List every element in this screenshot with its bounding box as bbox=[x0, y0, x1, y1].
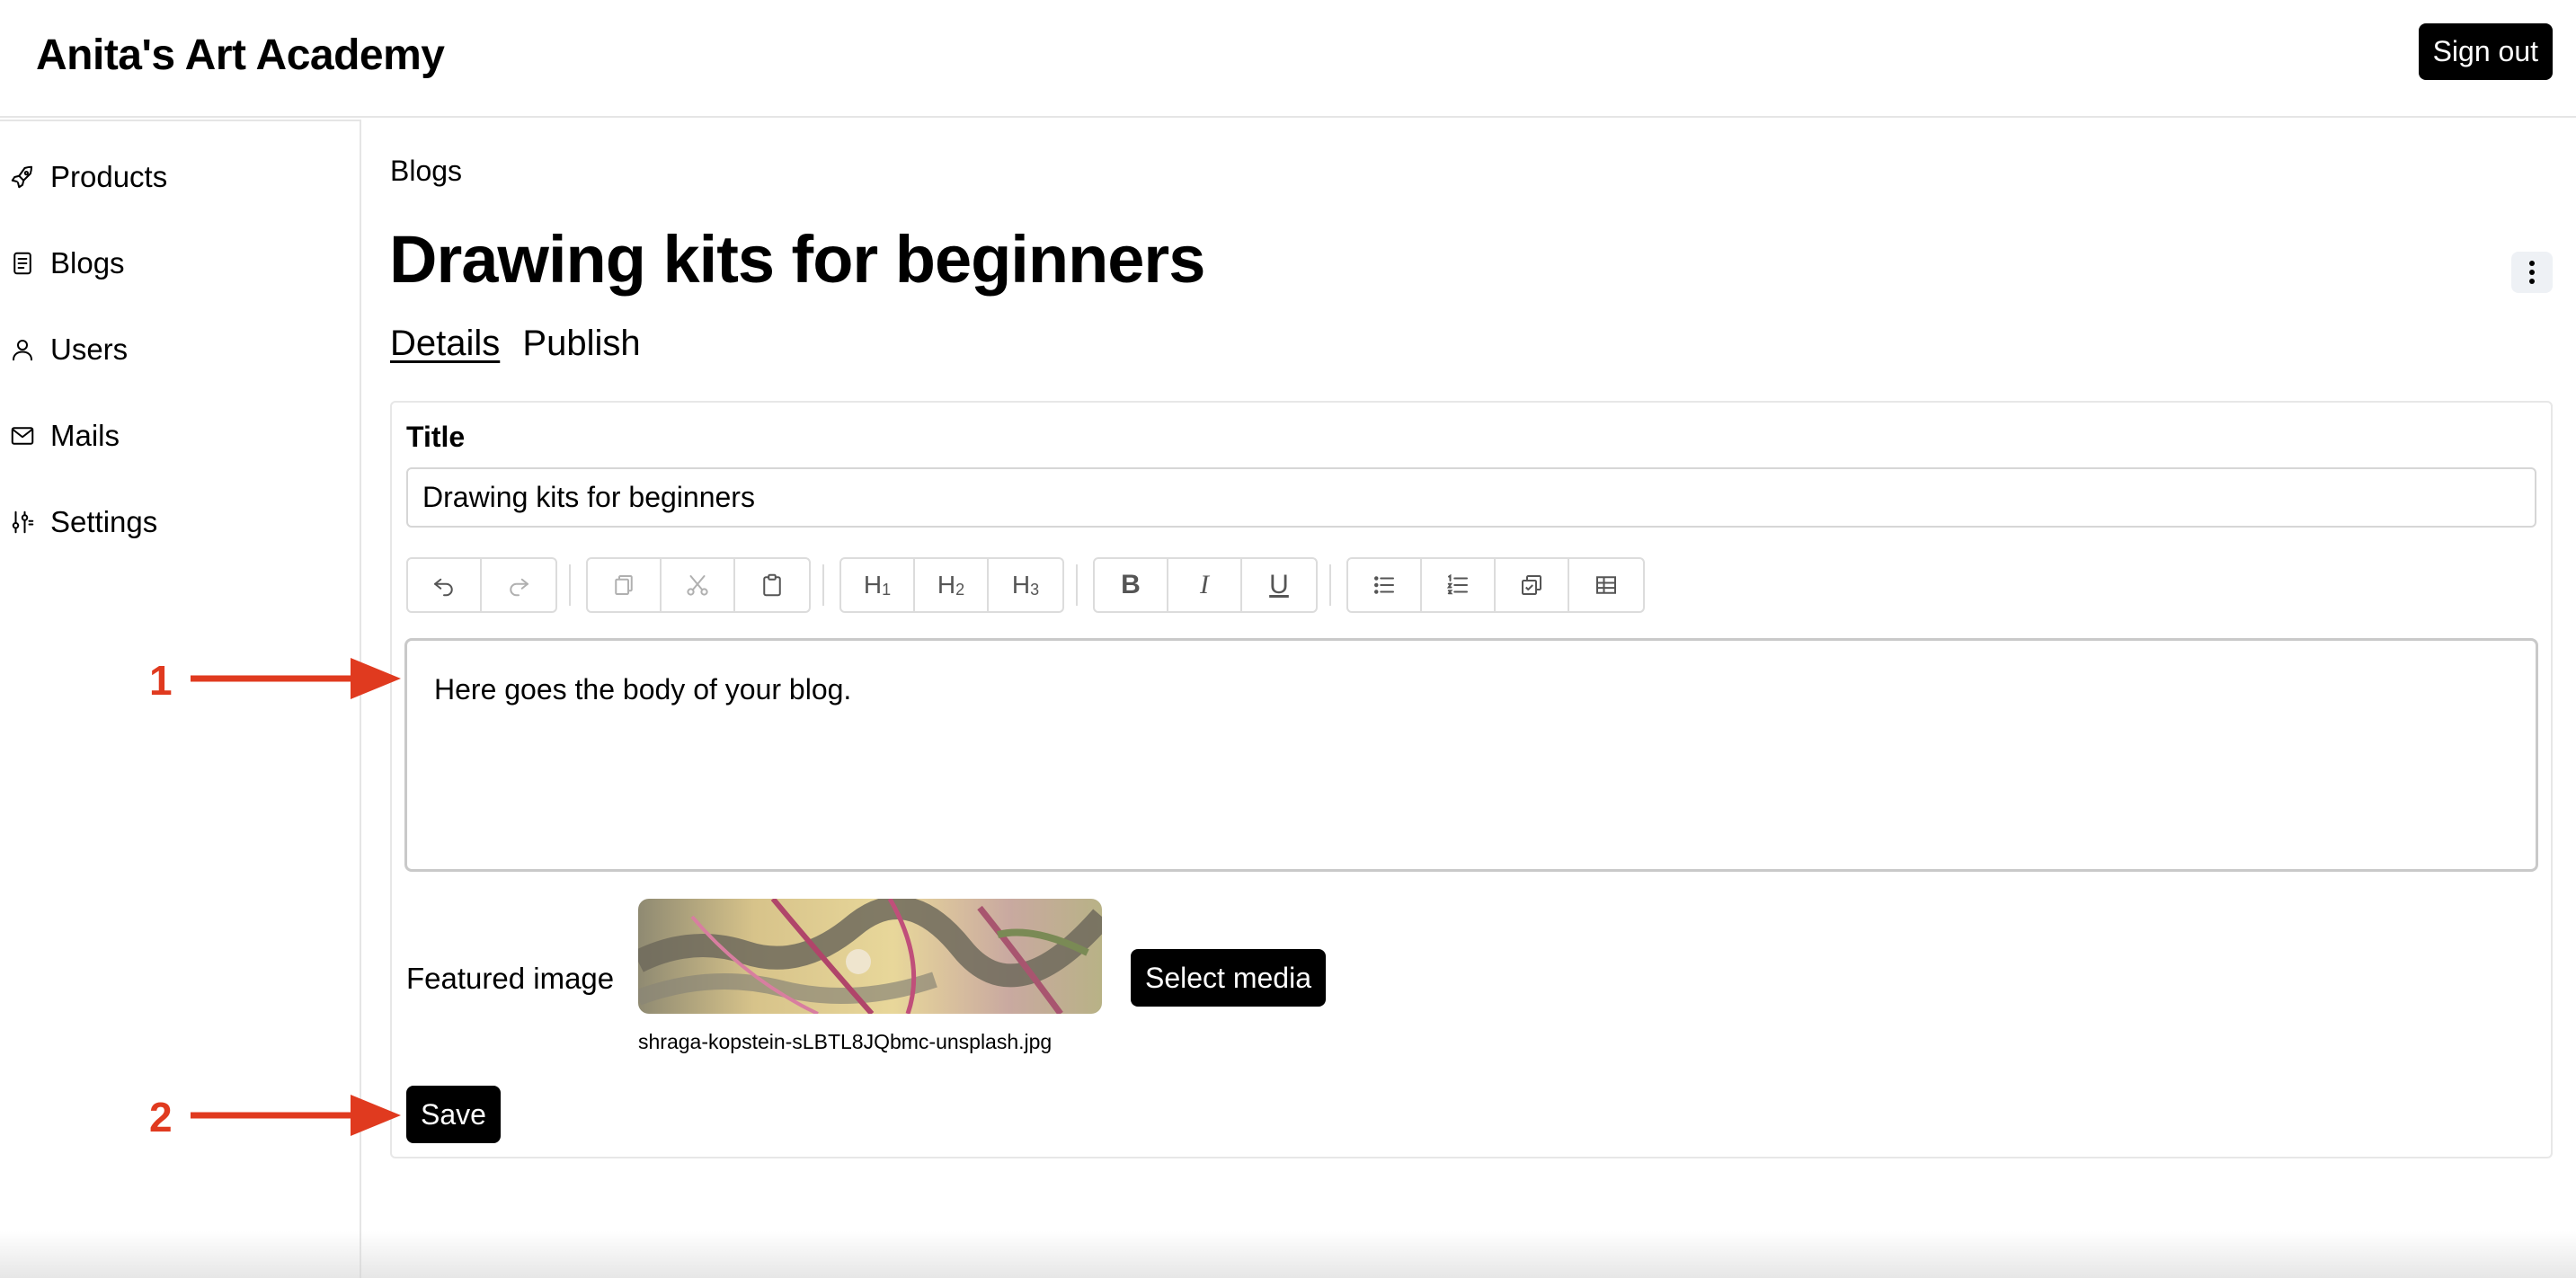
heading-group: H1 H2 H3 bbox=[839, 557, 1064, 613]
document-icon bbox=[13, 252, 31, 275]
redo-button[interactable] bbox=[482, 559, 555, 611]
sidebar-item-mails[interactable]: Mails bbox=[9, 409, 351, 463]
rocket-icon bbox=[11, 165, 32, 189]
user-icon bbox=[13, 340, 32, 361]
sliders-icon bbox=[12, 510, 34, 534]
kebab-menu-icon bbox=[2529, 261, 2535, 284]
clipboard-group bbox=[586, 557, 811, 613]
table-button[interactable] bbox=[1569, 559, 1643, 611]
bullet-list-button[interactable] bbox=[1348, 559, 1422, 611]
sidebar-item-label: Blogs bbox=[50, 246, 125, 280]
bold-label: B bbox=[1121, 570, 1141, 599]
tab-publish[interactable]: Publish bbox=[522, 324, 640, 364]
italic-button[interactable]: I bbox=[1168, 559, 1242, 611]
sidebar-item-products[interactable]: Products bbox=[9, 150, 351, 204]
underline-button[interactable]: U bbox=[1242, 559, 1316, 611]
undo-icon bbox=[434, 578, 453, 597]
heading-3-button[interactable]: H3 bbox=[989, 559, 1062, 611]
annotation-arrow-2 bbox=[191, 1095, 401, 1136]
tab-details[interactable]: Details bbox=[390, 324, 500, 364]
h3-label: H3 bbox=[1011, 571, 1040, 599]
sidebar-item-label: Products bbox=[50, 160, 168, 193]
checklist-button[interactable] bbox=[1496, 559, 1569, 611]
insert-group bbox=[1346, 557, 1645, 613]
heading-1-button[interactable]: H1 bbox=[841, 559, 915, 611]
app-title[interactable]: Anita's Art Academy bbox=[36, 31, 445, 80]
annotation-number-2: 2 bbox=[149, 1094, 173, 1140]
scissors-icon bbox=[687, 575, 708, 596]
toolbar-divider bbox=[1076, 564, 1078, 606]
sidebar-item-settings[interactable]: Settings bbox=[9, 495, 351, 549]
title-input[interactable] bbox=[406, 467, 2536, 528]
title-label: Title bbox=[406, 421, 466, 453]
undo-button[interactable] bbox=[408, 559, 482, 611]
page-title: Drawing kits for beginners bbox=[389, 222, 1205, 297]
sidebar-item-label: Mails bbox=[50, 419, 120, 452]
featured-image-label: Featured image bbox=[406, 962, 615, 995]
bottom-shadow bbox=[0, 1231, 2576, 1278]
toolbar-divider bbox=[1329, 564, 1331, 606]
copy-button[interactable] bbox=[588, 559, 662, 611]
bullet-list-icon bbox=[1374, 576, 1394, 594]
more-options-button[interactable] bbox=[2511, 252, 2553, 293]
annotation-number-1: 1 bbox=[149, 657, 173, 704]
cut-button[interactable] bbox=[662, 559, 735, 611]
mail-icon bbox=[11, 427, 34, 445]
table-icon bbox=[1596, 576, 1616, 594]
heading-2-button[interactable]: H2 bbox=[915, 559, 989, 611]
top-header: Anita's Art Academy Sign out bbox=[0, 0, 2576, 118]
underline-label: U bbox=[1269, 570, 1289, 599]
clipboard-icon bbox=[763, 573, 781, 597]
blog-body-editor[interactable]: Here goes the body of your blog. bbox=[404, 638, 2538, 872]
numbered-list-button[interactable] bbox=[1422, 559, 1496, 611]
checklist-icon bbox=[1522, 575, 1541, 595]
redo-icon bbox=[510, 578, 529, 597]
toolbar-divider bbox=[822, 564, 824, 606]
format-group: B I U bbox=[1093, 557, 1318, 613]
sign-out-button[interactable]: Sign out bbox=[2418, 23, 2553, 80]
tab-bar: Details Publish bbox=[390, 324, 653, 364]
history-group bbox=[406, 557, 557, 613]
featured-image-filename: shraga-kopstein-sLBTL8JQbmc-unsplash.jpg bbox=[638, 1030, 1053, 1053]
sidebar-item-users[interactable]: Users bbox=[9, 323, 351, 377]
featured-image-thumbnail bbox=[638, 899, 1102, 1014]
save-button[interactable]: Save bbox=[406, 1086, 501, 1143]
paste-button[interactable] bbox=[735, 559, 809, 611]
select-media-button[interactable]: Select media bbox=[1131, 949, 1326, 1007]
sidebar-item-blogs[interactable]: Blogs bbox=[9, 236, 351, 290]
h2-label: H2 bbox=[937, 571, 965, 599]
sidebar-item-label: Settings bbox=[50, 505, 158, 538]
sidebar-item-label: Users bbox=[50, 333, 129, 366]
featured-image-picture bbox=[638, 899, 1102, 1014]
italic-label: I bbox=[1200, 570, 1209, 599]
copy-icon bbox=[615, 575, 633, 595]
annotation-arrow-1 bbox=[191, 658, 401, 699]
breadcrumb[interactable]: Blogs bbox=[390, 155, 462, 188]
numbered-list-icon bbox=[1446, 573, 1468, 595]
bold-button[interactable]: B bbox=[1095, 559, 1168, 611]
h1-label: H1 bbox=[863, 571, 892, 599]
toolbar-divider bbox=[569, 564, 571, 606]
